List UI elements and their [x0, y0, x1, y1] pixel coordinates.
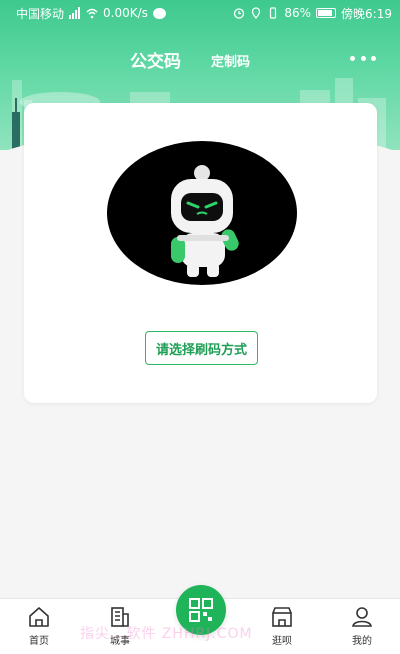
wifi-icon — [86, 8, 98, 19]
tab-home[interactable]: 首页 — [9, 605, 69, 651]
robot-icon — [171, 165, 239, 277]
tab-bus-code[interactable]: 公交码 — [130, 47, 181, 72]
tab-shop-label: 逛呗 — [272, 636, 292, 647]
qr-code-icon — [189, 598, 213, 622]
more-dot-icon — [350, 55, 355, 61]
home-icon — [29, 607, 49, 627]
location-icon — [252, 7, 261, 19]
shop-icon — [272, 607, 292, 627]
carrier-label: 中国移动 — [16, 6, 65, 21]
bus-code-card: 请选择刷码方式 — [24, 103, 377, 403]
message-icon — [152, 7, 166, 19]
battery-percent: 86% — [284, 6, 312, 20]
tab-profile-label: 我的 — [352, 636, 372, 647]
alarm-icon — [234, 8, 245, 19]
signal-icon — [69, 7, 81, 19]
robot-mascot-illustration — [107, 141, 297, 285]
more-dot-icon — [371, 55, 376, 61]
status-bar: 中国移动 0.00K/s 86% 傍晚6:19 — [0, 0, 400, 26]
network-speed: 0.00K/s — [103, 6, 148, 20]
vibrate-icon — [270, 7, 277, 19]
more-dot-icon — [360, 55, 366, 61]
more-options-button[interactable] — [350, 54, 376, 62]
top-navigation: 公交码 定制码 — [0, 40, 400, 76]
clock: 傍晚6:19 — [341, 6, 392, 21]
tab-profile[interactable]: 我的 — [332, 605, 392, 651]
tab-shop[interactable]: 逛呗 — [252, 605, 312, 651]
tab-custom-code[interactable]: 定制码 — [211, 51, 250, 70]
tab-home-label: 首页 — [29, 636, 49, 647]
profile-icon — [352, 607, 372, 627]
select-payment-method-button[interactable]: 请选择刷码方式 — [145, 331, 258, 365]
watermark-text: 指尖...软件 ZHHRJ.COM — [80, 626, 253, 642]
battery-icon — [316, 8, 337, 18]
bottom-tabbar: 首页 城事 逛呗 我的 指尖...软件 ZHHRJ.COM — [0, 585, 400, 654]
